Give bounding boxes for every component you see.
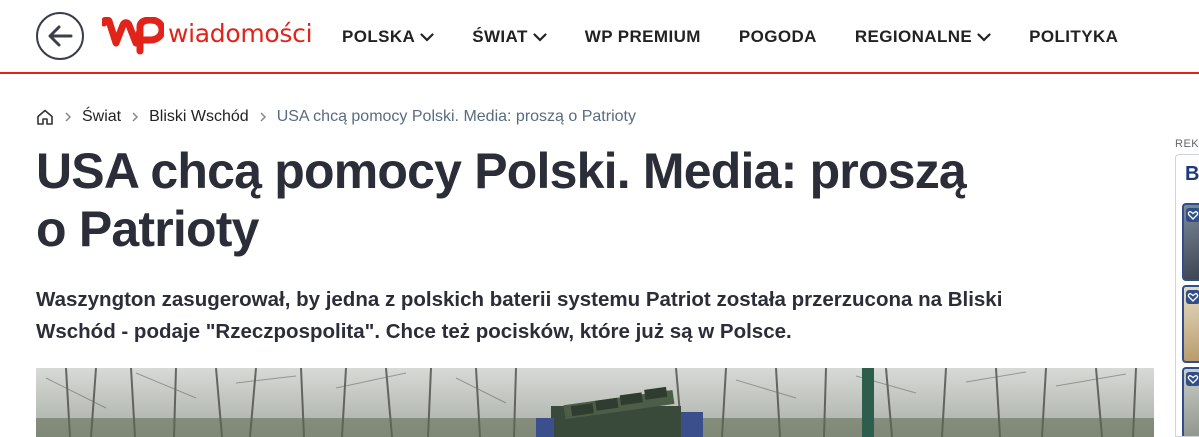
article-lead: Waszyngton zasugerował, by jedna z polsk… — [36, 284, 1116, 348]
breadcrumb-link-swiat[interactable]: Świat — [82, 108, 121, 126]
chevron-right-icon — [132, 112, 139, 122]
nav-label: ŚWIAT — [472, 27, 528, 46]
sidebar-ad[interactable]: B — [1175, 154, 1199, 437]
breadcrumb-current: USA chcą pomocy Polski. Media: proszą o … — [276, 108, 636, 125]
ad-card[interactable] — [1182, 367, 1199, 436]
breadcrumb-link-bliski-wschod[interactable]: Bliski Wschód — [149, 108, 249, 126]
nav-label: REGIONALNE — [854, 27, 973, 46]
nav-item-polityka[interactable]: POLITYKA — [1029, 27, 1118, 47]
ad-label: REK — [1175, 138, 1199, 150]
wp-logo[interactable]: wiadomości — [102, 16, 313, 56]
nav-label: WP PREMIUM — [584, 27, 701, 46]
ad-heading: B — [1185, 163, 1199, 185]
nav-item-regionalne[interactable]: REGIONALNE — [855, 27, 991, 47]
article-lead-line: Waszyngton zasugerował, by jedna z polsk… — [36, 288, 1003, 311]
wp-logo-mark-icon — [102, 17, 164, 55]
heart-icon[interactable] — [1186, 290, 1199, 304]
breadcrumb: Świat Bliski Wschód USA chcą pomocy Pols… — [36, 106, 636, 128]
home-icon[interactable] — [36, 108, 54, 126]
article-lead-line: Wschód - podaje "Rzeczpospolita". Chce t… — [36, 320, 792, 343]
arrow-left-icon — [48, 25, 73, 47]
nav-item-wp-premium[interactable]: WP PREMIUM — [585, 27, 701, 47]
article-hero-image — [36, 368, 1154, 437]
heart-icon[interactable] — [1186, 372, 1199, 386]
back-button[interactable] — [36, 12, 84, 60]
chevron-down-icon — [533, 32, 547, 42]
ad-card[interactable] — [1182, 203, 1199, 281]
site-header: wiadomości POLSKA ŚWIAT WP PREMIUM POGOD… — [0, 0, 1199, 74]
patriot-launcher-photo — [36, 368, 1154, 437]
article-title-line: USA chcą pomocy Polski. Media: proszą — [36, 143, 967, 199]
nav-label: POLITYKA — [1029, 27, 1119, 46]
logo-text: wiadomości — [168, 18, 313, 48]
ad-card[interactable] — [1182, 285, 1199, 363]
nav-item-polska[interactable]: POLSKA — [342, 27, 434, 47]
nav-label: POLSKA — [342, 27, 416, 46]
nav-item-swiat[interactable]: ŚWIAT — [472, 27, 547, 47]
chevron-down-icon — [420, 32, 434, 42]
chevron-down-icon — [977, 32, 991, 42]
nav-item-pogoda[interactable]: POGODA — [739, 27, 817, 47]
main-nav: POLSKA ŚWIAT WP PREMIUM POGODA REGIONALN… — [342, 24, 1118, 50]
heart-icon[interactable] — [1186, 208, 1199, 222]
chevron-right-icon — [65, 112, 72, 122]
nav-label: POGODA — [738, 27, 817, 46]
article-title-line: o Patrioty — [36, 201, 259, 257]
article-title: USA chcą pomocy Polski. Media: proszą o … — [36, 142, 1036, 258]
chevron-right-icon — [260, 112, 266, 122]
